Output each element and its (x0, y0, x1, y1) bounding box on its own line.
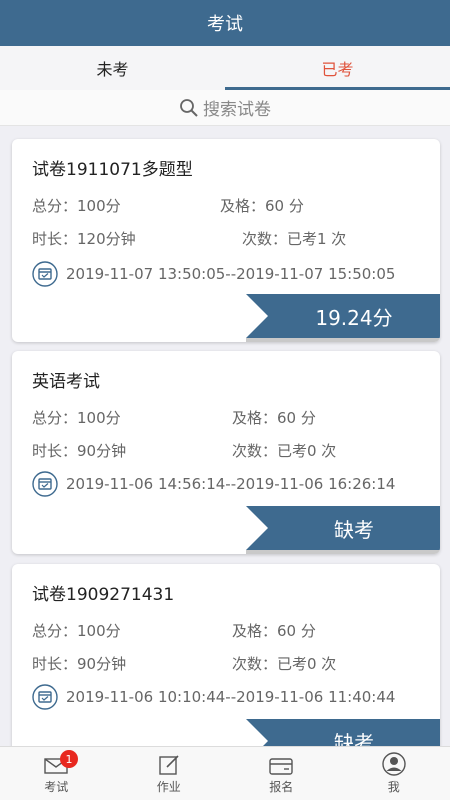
ribbon-shadow (246, 550, 440, 554)
pass-score: 及格：60 分 (232, 409, 316, 427)
card-icon (269, 758, 293, 775)
nav-label: 我 (387, 780, 400, 794)
time-range-row: 2019-11-07 13:50:05--2019-11-07 15:50:05 (32, 261, 395, 287)
nav-homework[interactable]: 作业 (113, 747, 226, 800)
page-title: 考试 (207, 14, 243, 35)
duration: 时长：90分钟 (32, 655, 127, 673)
tab-bar: 未考 已考 (0, 46, 450, 90)
total-score: 总分：100分 (32, 409, 121, 427)
tab-not-taken[interactable]: 未考 (0, 46, 225, 90)
time-range: 2019-11-06 10:10:44--2019-11-06 11:40:44 (66, 688, 396, 706)
exam-title: 试卷1911071多题型 (32, 160, 193, 180)
attempts: 次数：已考0 次 (232, 442, 337, 460)
exam-title: 试卷1909271431 (32, 585, 175, 605)
calendar-icon (32, 471, 58, 497)
notification-badge: 1 (60, 750, 78, 768)
ribbon-shadow (246, 338, 440, 342)
score-ribbon: 19.24分 (246, 294, 440, 338)
status-ribbon: 缺考 (246, 719, 440, 746)
search-placeholder: 搜索试卷 (203, 100, 271, 120)
attempts: 次数：已考0 次 (232, 655, 337, 673)
edit-icon (159, 755, 179, 775)
nav-label: 考试 (44, 780, 69, 794)
exam-card[interactable]: 试卷1911071多题型 总分：100分 及格：60 分 时长：120分钟 次数… (12, 139, 440, 342)
time-range-row: 2019-11-06 10:10:44--2019-11-06 11:40:44 (32, 684, 395, 710)
total-score: 总分：100分 (32, 197, 121, 215)
app-header: 考试 (0, 0, 450, 46)
time-range: 2019-11-06 14:56:14--2019-11-06 16:26:14 (66, 475, 396, 493)
user-icon (382, 752, 406, 776)
duration: 时长：90分钟 (32, 442, 127, 460)
time-range: 2019-11-07 13:50:05--2019-11-07 15:50:05 (66, 265, 396, 283)
search-icon (180, 98, 198, 117)
time-range-row: 2019-11-06 14:56:14--2019-11-06 16:26:14 (32, 471, 395, 497)
pass-score: 及格：60 分 (232, 622, 316, 640)
exam-list: 试卷1911071多题型 总分：100分 及格：60 分 时长：120分钟 次数… (0, 126, 450, 746)
nav-label: 报名 (269, 780, 294, 794)
calendar-icon (32, 261, 58, 287)
pass-score: 及格：60 分 (220, 197, 304, 215)
exam-title: 英语考试 (32, 372, 100, 392)
nav-me[interactable]: 我 (338, 747, 450, 800)
nav-register[interactable]: 报名 (225, 747, 338, 800)
calendar-icon (32, 684, 58, 710)
duration: 时长：120分钟 (32, 230, 136, 248)
bottom-nav: 考试 1 作业 报名 我 (0, 746, 450, 800)
tab-taken[interactable]: 已考 (225, 46, 450, 90)
attempts: 次数：已考1 次 (242, 230, 347, 248)
nav-exam[interactable]: 考试 1 (0, 747, 113, 800)
status-ribbon: 缺考 (246, 506, 440, 550)
search-bar[interactable]: 搜索试卷 (0, 90, 450, 126)
exam-card[interactable]: 试卷1909271431 总分：100分 及格：60 分 时长：90分钟 次数：… (12, 564, 440, 746)
exam-card[interactable]: 英语考试 总分：100分 及格：60 分 时长：90分钟 次数：已考0 次 20… (12, 351, 440, 554)
total-score: 总分：100分 (32, 622, 121, 640)
nav-label: 作业 (156, 780, 181, 794)
